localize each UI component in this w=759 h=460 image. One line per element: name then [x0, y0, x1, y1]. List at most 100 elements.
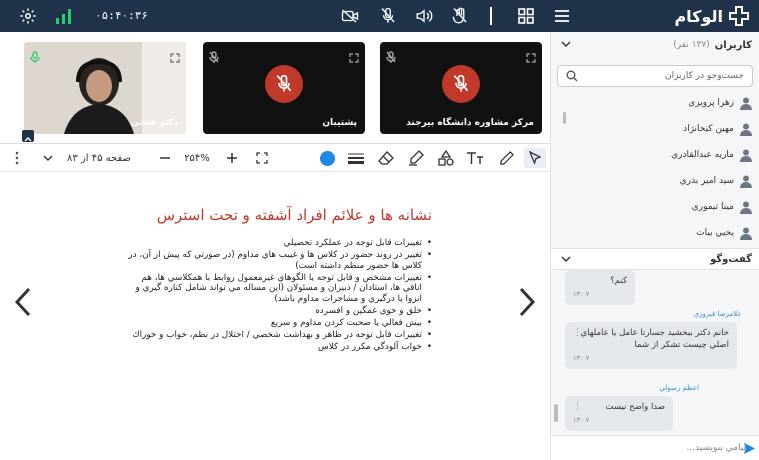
user-icon [740, 123, 752, 136]
users-count: (۱۳۷ نفر) [673, 40, 710, 50]
video-tile-muted[interactable]: مرکز مشاوره دانشگاه بیرجند [380, 42, 542, 134]
collapse-videos-button[interactable] [22, 130, 34, 142]
chevron-down-icon[interactable] [561, 40, 571, 51]
logo-mark-icon [729, 6, 749, 26]
user-item[interactable]: يحيي بيات [551, 220, 759, 246]
video-tile-camera[interactable]: دکتر فتحی [24, 42, 186, 134]
video-tile-muted[interactable]: پشتیبان [203, 42, 365, 134]
mic-off-small-icon [209, 48, 219, 67]
chat-message: ⋮ صدا واضح نيست ۱۳:۰۷ [565, 396, 673, 431]
chat-panel-header[interactable]: گفت‌وگو [551, 248, 759, 270]
page-dropdown-chevron-icon[interactable] [42, 148, 54, 168]
prev-slide-button[interactable] [14, 287, 32, 321]
user-name: سيد امير بدري [679, 176, 734, 186]
user-item[interactable]: مينا تيموري [551, 194, 759, 220]
page-indicator[interactable]: صفحه ۴۵ از ۸۳ [58, 148, 140, 168]
user-icon [740, 201, 752, 214]
muted-avatar-icon [265, 65, 303, 104]
participant-name: پشتیبان [322, 118, 357, 128]
slide-bullet: خواب آلودگي مكرر در كلاس [122, 342, 432, 353]
more-dots-icon[interactable] [10, 148, 24, 168]
gear-icon[interactable] [18, 6, 38, 26]
more-dots-icon[interactable]: ⋮ [573, 401, 582, 413]
expand-icon[interactable] [170, 48, 180, 67]
user-name: مينا تيموري [691, 202, 734, 212]
slide-bullet: خلق و خوي غمگين و افسرده [122, 306, 432, 317]
muted-avatar-icon [442, 65, 480, 104]
color-picker-button[interactable] [318, 148, 336, 168]
mic-on-icon [30, 48, 40, 67]
slide-title: نشانه ها و علائم افراد آشفته و تحت استرس [156, 206, 432, 224]
message-time: ۱۳:۰۷ [573, 290, 590, 298]
chat-message: کنم؟ ۱۳:۰۷ [565, 270, 635, 305]
message-time: ۱۳:۰۷ [573, 354, 590, 362]
send-icon[interactable] [743, 442, 756, 458]
signal-icon [54, 6, 74, 26]
expand-icon[interactable] [526, 48, 536, 67]
chat-scrollbar[interactable] [554, 404, 558, 422]
video-strip: دکتر فتحی پشتیبان مرکز مشاوره دانشگاه بی… [0, 32, 550, 144]
user-icon [740, 175, 752, 188]
next-slide-button[interactable] [518, 287, 536, 321]
speaker-icon[interactable] [414, 6, 434, 26]
session-timer: ۰۵:۴۰:۳۶ [95, 9, 148, 22]
pencil-icon[interactable] [496, 148, 516, 168]
search-icon [566, 70, 578, 85]
slide-bullet: تغييرات قابل توجه در ظاهر و بهداشت شخصي … [122, 330, 432, 341]
slide-bullet: تغيير در روند حضور در كلاس ها و غيبب هاي… [122, 250, 432, 271]
user-item[interactable]: ماريه عبدالقادري [551, 142, 759, 168]
separator [490, 7, 492, 25]
chat-input-placeholder: پيامي بنويسيد... [686, 443, 746, 453]
stroke-width-icon[interactable] [346, 148, 366, 168]
users-search-input[interactable]: جست‌وجو در کاربران [557, 65, 753, 87]
more-dots-icon[interactable]: ⋮ [573, 327, 582, 339]
fullscreen-icon[interactable] [254, 148, 270, 168]
shapes-icon[interactable] [436, 148, 456, 168]
participant-name: مرکز مشاوره دانشگاه بیرجند [406, 118, 534, 128]
app-logo: الوکام [674, 5, 749, 27]
users-list: زهرا پرويزي مهين كيخانژاد ماريه عبدالقاد… [551, 90, 759, 246]
chat-message-input[interactable]: پيامي بنويسيد... [551, 435, 759, 460]
mic-off-icon[interactable] [378, 6, 398, 26]
message-text: خانم دکتر ببخشيد جسارتا عامل يا عاملهاي … [580, 328, 729, 350]
app-logo-text: الوکام [674, 6, 723, 26]
users-panel-title: کاربران [714, 39, 752, 51]
menu-icon[interactable] [552, 6, 572, 26]
chat-panel-title: گفت‌وگو [710, 253, 752, 265]
user-item[interactable]: زهرا پرويزي [551, 90, 759, 116]
chevron-left-icon [14, 287, 31, 317]
users-panel-header[interactable]: کاربران (۱۳۷ نفر) [551, 34, 759, 56]
user-icon [740, 97, 752, 110]
camera-off-icon[interactable] [340, 6, 360, 26]
chevron-down-icon[interactable] [561, 255, 571, 266]
message-sender: اعظم رسولي [659, 384, 699, 392]
slide-bullet-list: تغييرات قابل توجه در عملكرد تحصيلي تغيير… [122, 238, 432, 354]
user-item[interactable]: سيد امير بدري [551, 168, 759, 194]
top-bar: ۰۵:۴۰:۳۶ الوکام [0, 0, 759, 32]
user-item[interactable]: مهين كيخانژاد [551, 116, 759, 142]
message-text: کنم؟ [610, 276, 627, 286]
zoom-out-button[interactable] [158, 148, 172, 168]
user-name: يحيي بيات [696, 228, 734, 238]
expand-icon[interactable] [349, 48, 359, 67]
chat-message: ⋮ خانم دکتر ببخشيد جسارتا عامل يا عاملها… [565, 322, 737, 369]
whiteboard-toolbar: صفحه ۴۵ از ۸۳ ۲۵۴% [0, 144, 550, 172]
eraser-icon[interactable] [376, 148, 396, 168]
message-sender: غلامرضا فيروزي [693, 310, 741, 318]
zoom-in-button[interactable] [224, 148, 240, 168]
highlighter-icon[interactable] [406, 148, 426, 168]
side-panel: کاربران (۱۳۷ نفر) جست‌وجو در کاربران زهر… [550, 32, 759, 460]
user-name: ماريه عبدالقادري [671, 150, 734, 160]
active-color-swatch [319, 150, 335, 166]
slide-bullet: تغييرات قابل توجه در عملكرد تحصيلي [122, 238, 432, 249]
presentation-slide: نشانه ها و علائم افراد آشفته و تحت استرس… [0, 172, 550, 460]
raise-hand-icon[interactable] [450, 6, 470, 26]
participant-name: دکتر فتحی [130, 118, 178, 128]
slide-bullet: تغييرات مشخص و قابل توجه يا الگوهاي غيرم… [122, 273, 432, 305]
select-cursor-icon[interactable] [524, 148, 546, 168]
user-name: زهرا پرويزي [688, 98, 734, 108]
search-placeholder: جست‌وجو در کاربران [664, 71, 744, 81]
grid-layout-icon[interactable] [516, 6, 536, 26]
message-text: صدا واضح نيست [605, 402, 665, 412]
text-tool-icon[interactable] [464, 148, 486, 168]
